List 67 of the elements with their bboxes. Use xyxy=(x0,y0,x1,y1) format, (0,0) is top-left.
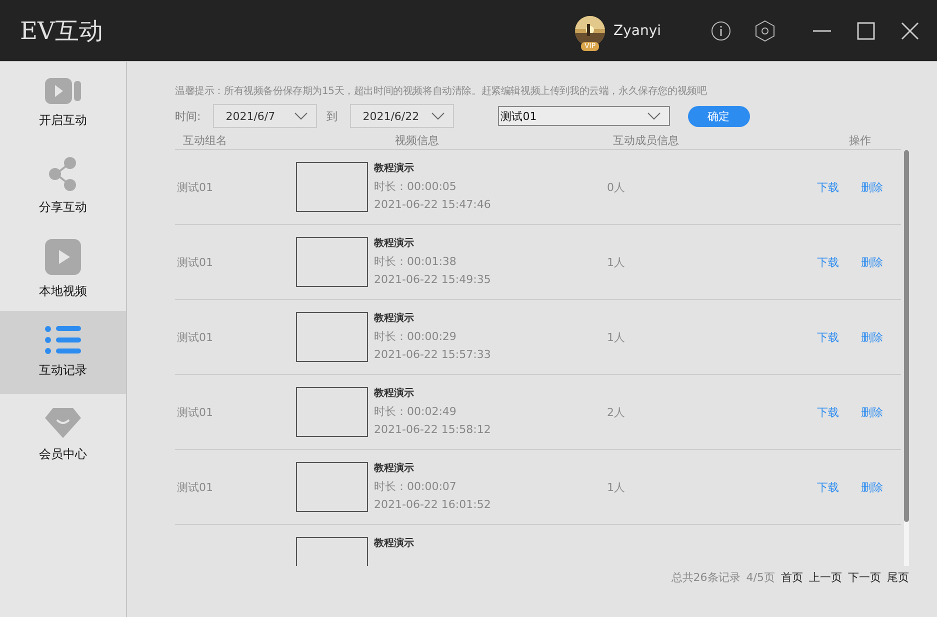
sidebar-item[interactable]: 会员中心 xyxy=(0,394,126,477)
video-title: 教程演示 xyxy=(374,386,415,400)
chevron-down-icon xyxy=(294,112,308,120)
video-date: 2021-06-22 15:47:46 xyxy=(374,198,492,211)
video-camera-icon xyxy=(45,78,81,104)
play-icon xyxy=(45,239,81,275)
video-date: 2021-06-22 16:01:52 xyxy=(374,498,492,511)
video-date: 2021-06-22 15:49:35 xyxy=(374,273,492,286)
time-label: 时间: xyxy=(175,108,201,124)
page-link[interactable]: 首页 xyxy=(781,570,803,585)
page-link[interactable]: 上一页 xyxy=(809,570,842,585)
group-name: 测试01 xyxy=(176,404,214,420)
info-icon[interactable] xyxy=(711,20,731,40)
share-icon xyxy=(49,157,77,191)
video-thumbnail xyxy=(296,237,368,287)
video-title: 教程演示 xyxy=(374,312,415,325)
column-header: 互动组名 xyxy=(182,132,228,148)
page-link[interactable]: 尾页 xyxy=(887,570,909,585)
sidebar-item[interactable]: 开启互动 xyxy=(0,62,126,145)
video-thumbnail xyxy=(296,387,368,437)
video-thumbnail xyxy=(296,162,368,212)
column-header: 视频信息 xyxy=(394,132,440,148)
to-label: 到 xyxy=(326,108,338,124)
member-count: 1人 xyxy=(606,254,626,270)
video-title: 教程演示 xyxy=(374,462,415,475)
group-name: 测试01 xyxy=(176,254,214,270)
sidebar-item[interactable]: 分享互动 xyxy=(0,145,126,228)
member-count: 2人 xyxy=(606,404,626,420)
app-title: EV互动 xyxy=(20,16,104,46)
video-duration: 时长：00:02:49 xyxy=(374,404,458,419)
group-name: 测试01 xyxy=(176,180,214,194)
chevron-down-icon xyxy=(430,112,445,120)
sidebar-item[interactable]: 本地视频 xyxy=(0,228,126,311)
video-duration: 时长：00:00:07 xyxy=(374,479,458,494)
total-records: 总共26条记录 xyxy=(671,570,740,585)
video-thumbnail xyxy=(296,462,368,512)
video-date: 2021-06-22 15:57:33 xyxy=(374,348,492,361)
column-header: 互动成员信息 xyxy=(612,132,680,148)
page-link[interactable]: 下一页 xyxy=(848,570,881,585)
user-name: Zyanyi xyxy=(613,22,661,38)
member-count: 1人 xyxy=(606,480,626,494)
scrollbar-thumb[interactable] xyxy=(904,150,909,522)
video-duration: 时长：00:00:05 xyxy=(374,179,458,194)
video-duration: 时长：00:01:38 xyxy=(374,254,458,269)
group-name: 测试01 xyxy=(176,480,214,494)
sidebar-item[interactable]: 互动记录 xyxy=(0,311,126,394)
video-thumbnail xyxy=(296,312,368,362)
maximize-icon[interactable] xyxy=(857,22,875,40)
column-header: 操作 xyxy=(848,132,872,148)
member-count: 0人 xyxy=(606,180,626,194)
video-title: 教程演示 xyxy=(374,236,415,250)
diamond-icon xyxy=(45,408,81,438)
page-indicator: 4/5页 xyxy=(746,570,775,585)
settings-icon[interactable] xyxy=(755,20,775,42)
close-icon[interactable] xyxy=(901,22,919,40)
notice-text: 温馨提示：所有视频备份保存期为15天，超出时间的视频将自动清除。赶紧编辑视频上传到我的云端，永久保存您的视频吧 xyxy=(175,84,708,98)
group-name: 测试01 xyxy=(176,330,214,344)
start-date-select[interactable]: 2021/6/7 xyxy=(212,104,317,128)
video-title: 教程演示 xyxy=(374,536,415,550)
video-duration: 时长：00:00:29 xyxy=(374,329,458,344)
video-title: 教程演示 xyxy=(374,162,415,175)
group-select[interactable]: 测试01 xyxy=(498,106,670,126)
chevron-down-icon xyxy=(646,112,661,120)
list-icon xyxy=(45,326,81,354)
video-date: 2021-06-22 15:58:12 xyxy=(374,423,492,436)
member-count: 1人 xyxy=(606,330,626,344)
end-date-select[interactable]: 2021/6/22 xyxy=(350,104,454,128)
